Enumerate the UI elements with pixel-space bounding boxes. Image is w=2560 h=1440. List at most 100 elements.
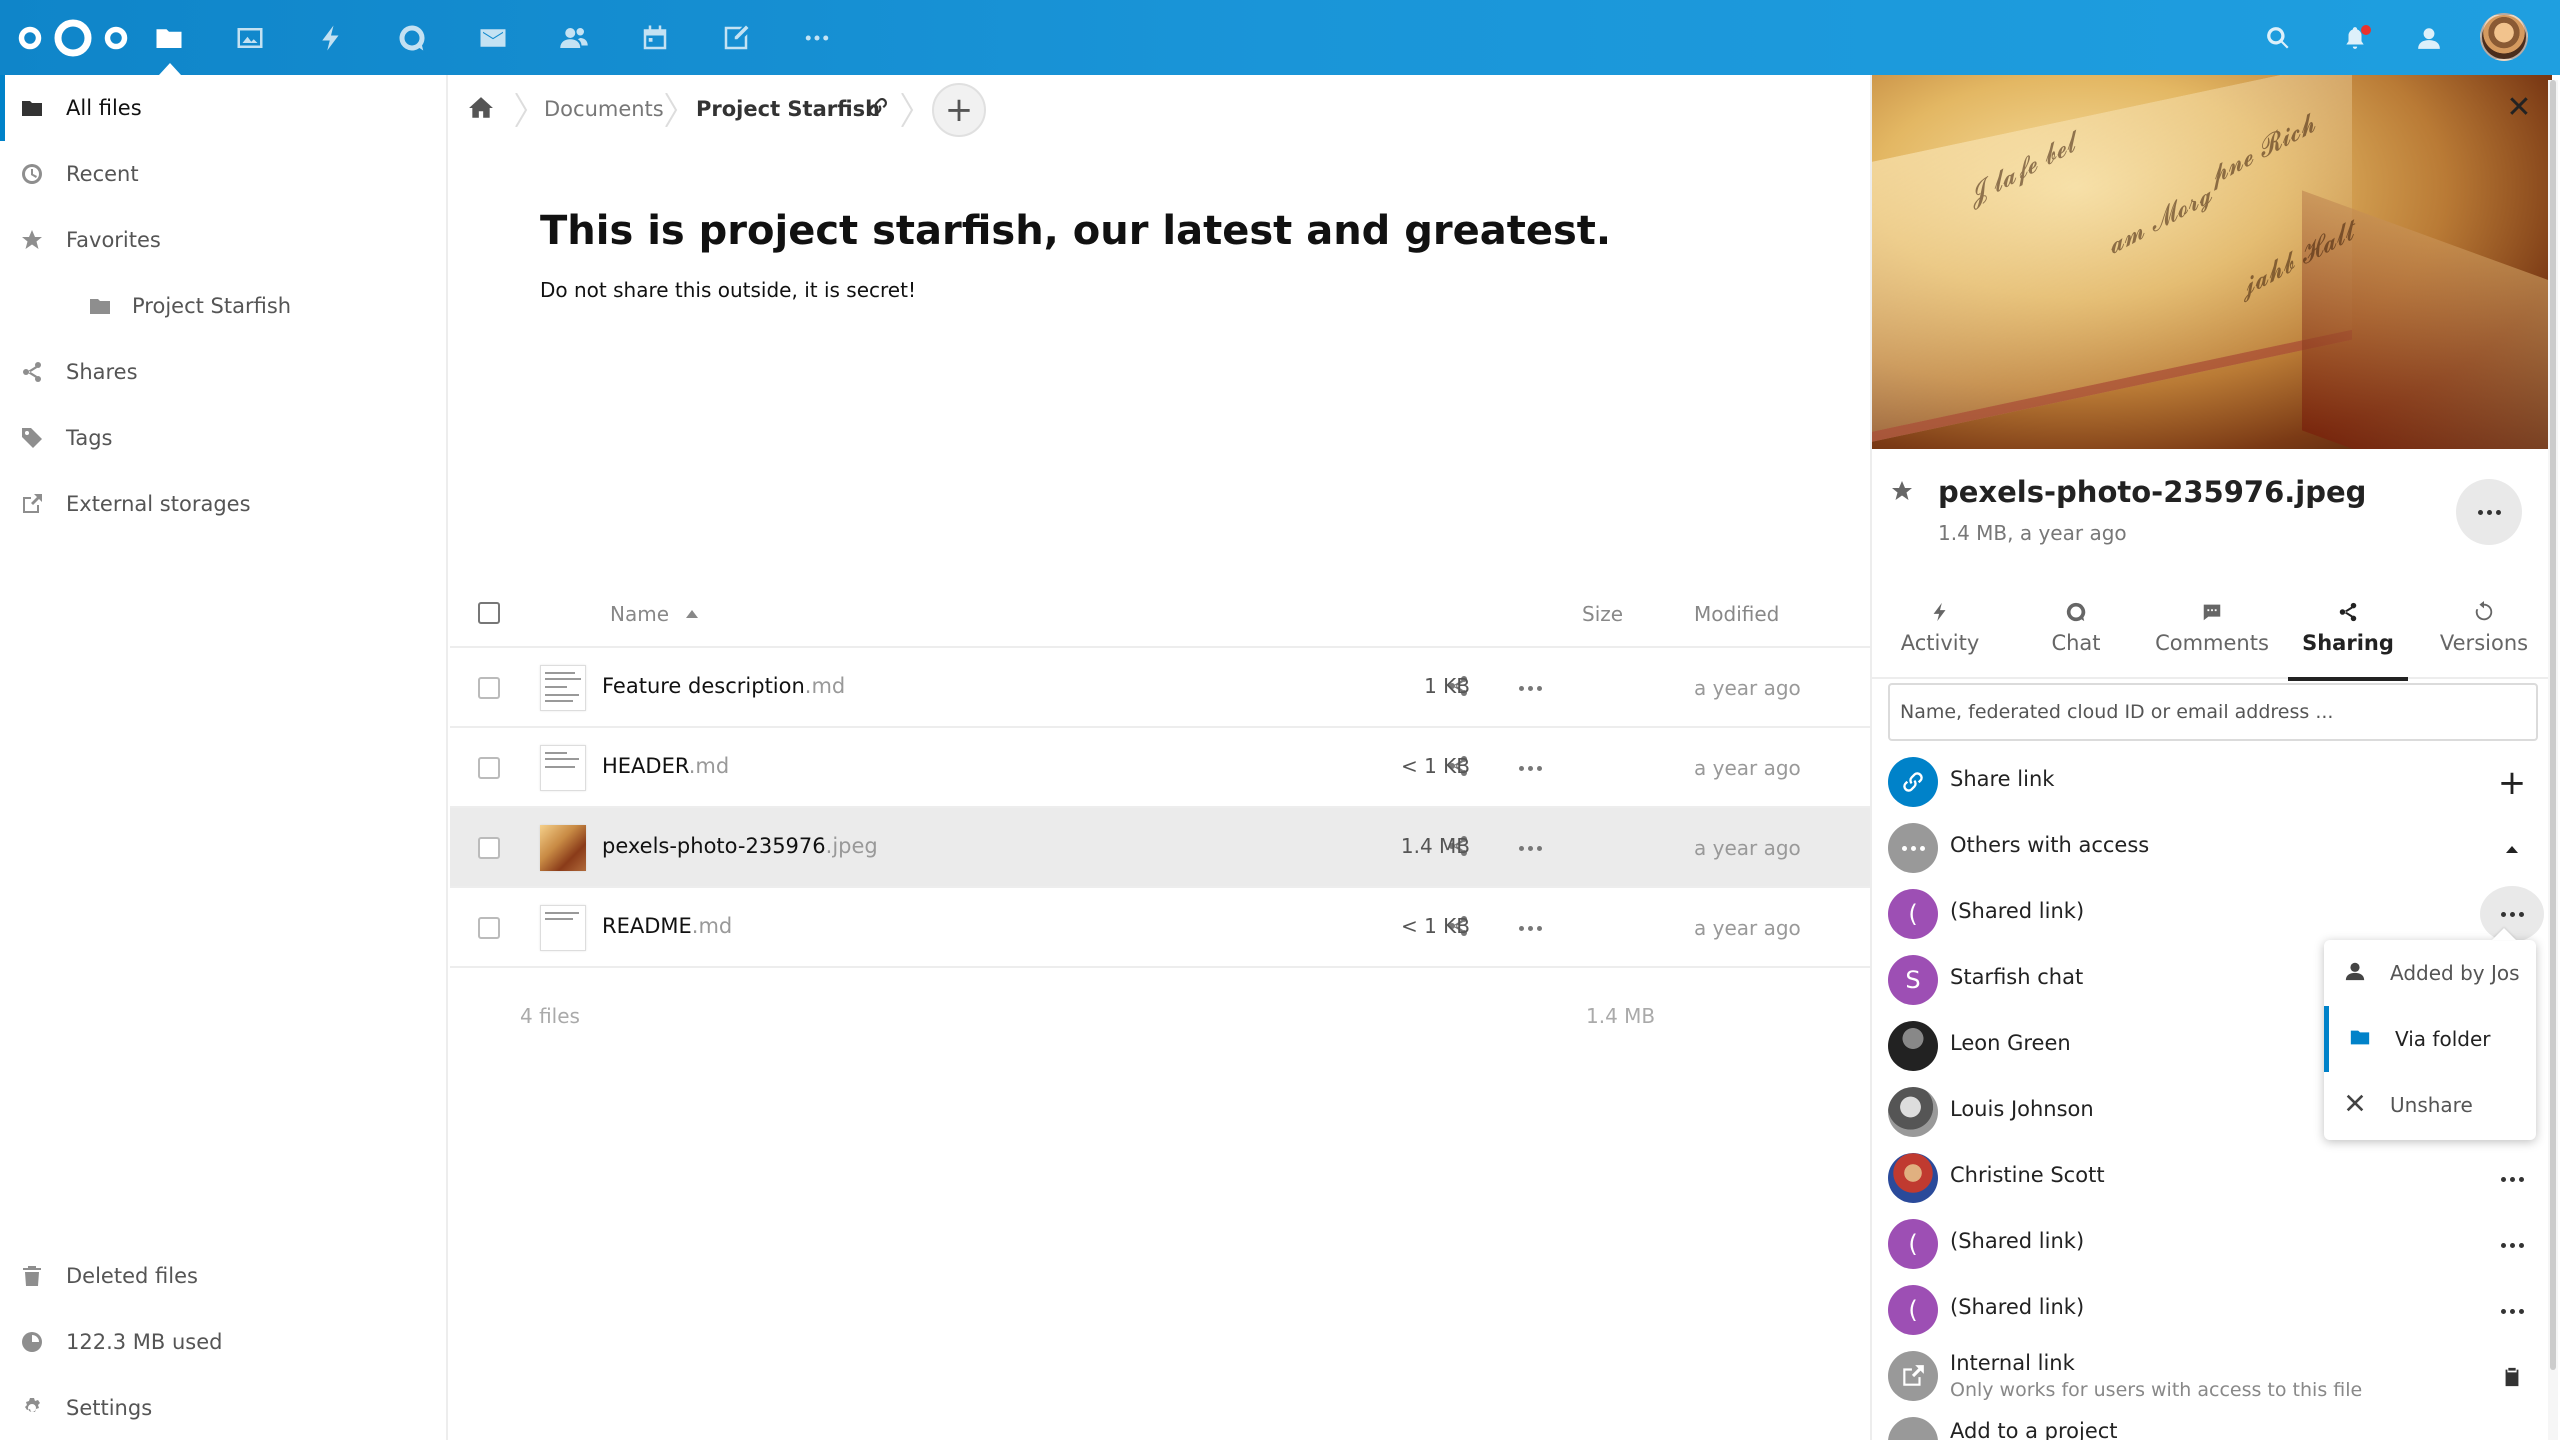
clock-icon xyxy=(18,160,46,188)
add-to-project-row[interactable]: Add to a project xyxy=(1888,1409,2548,1440)
file-size: < 1 KB xyxy=(1400,914,1470,938)
column-name[interactable]: Name xyxy=(610,602,669,626)
share-label: Louis Johnson xyxy=(1950,1097,2094,1121)
sidebar-item-deleted-files[interactable]: Deleted files xyxy=(0,1243,448,1309)
talk-icon[interactable] xyxy=(393,19,431,57)
sidebar-item-external-storages[interactable]: External storages xyxy=(0,471,448,537)
tab-versions[interactable]: Versions xyxy=(2416,595,2552,679)
sidebar-item-settings[interactable]: Settings xyxy=(0,1375,448,1440)
file-name[interactable]: README.md xyxy=(602,914,732,938)
contacts-icon[interactable] xyxy=(555,19,593,57)
photos-icon[interactable] xyxy=(231,19,269,57)
more-actions-icon[interactable] xyxy=(2498,1231,2526,1259)
more-actions-icon[interactable] xyxy=(1516,754,1544,782)
notes-icon[interactable] xyxy=(717,19,755,57)
menu-item-added-by[interactable]: Added by Jos xyxy=(2324,940,2536,1006)
search-icon[interactable] xyxy=(2259,19,2297,57)
home-icon[interactable] xyxy=(468,95,498,125)
menu-item-via-folder[interactable]: Via folder xyxy=(2324,1006,2536,1072)
more-actions-icon[interactable] xyxy=(2498,1297,2526,1325)
file-list-header: Name Size Modified xyxy=(450,580,1870,648)
breadcrumb-documents[interactable]: Documents xyxy=(544,97,664,121)
sidebar-item-label: Tags xyxy=(66,426,113,450)
share-entry-row[interactable]: ( (Shared link) xyxy=(1888,1277,2548,1343)
file-name[interactable]: Feature description.md xyxy=(602,674,845,698)
sidebar-item-label: External storages xyxy=(66,492,251,516)
top-header xyxy=(0,0,2560,75)
tab-label: Chat xyxy=(2051,631,2101,655)
table-row[interactable]: HEADER.md < 1 KB a year ago xyxy=(450,728,1870,808)
avatar xyxy=(1888,1021,1938,1071)
avatar: ( xyxy=(1888,1285,1938,1335)
trash-icon xyxy=(18,1262,46,1290)
more-actions-icon[interactable] xyxy=(1516,674,1544,702)
sidebar-item-project-starfish[interactable]: Project Starfish xyxy=(0,273,448,339)
file-size: 1.4 MB xyxy=(1400,834,1470,858)
star-icon[interactable] xyxy=(1890,479,1918,507)
breadcrumb-separator xyxy=(514,92,528,128)
share-entry-row[interactable]: ( (Shared link) xyxy=(1888,881,2548,947)
row-checkbox[interactable] xyxy=(478,837,500,859)
panel-scrollbar[interactable] xyxy=(2548,80,2558,1440)
mail-icon[interactable] xyxy=(474,19,512,57)
table-row[interactable]: README.md < 1 KB a year ago xyxy=(450,888,1870,968)
tab-sharing[interactable]: Sharing xyxy=(2280,595,2416,681)
file-size-summary: 1.4 MB xyxy=(1586,1004,1656,1028)
others-with-access-row[interactable]: Others with access xyxy=(1888,815,2548,881)
share-label: Internal link xyxy=(1950,1351,2075,1375)
tab-chat[interactable]: Chat xyxy=(2008,595,2144,679)
sidebar-item-all-files[interactable]: All files xyxy=(0,75,448,141)
activity-icon[interactable] xyxy=(312,19,350,57)
breadcrumb-project-starfish[interactable]: Project Starfish xyxy=(696,97,880,121)
table-row[interactable]: pexels-photo-235976.jpeg 1.4 MB a year a… xyxy=(450,808,1870,888)
more-actions-icon[interactable] xyxy=(1516,914,1544,942)
row-checkbox[interactable] xyxy=(478,757,500,779)
contacts-menu-icon[interactable] xyxy=(2410,19,2448,57)
sidebar-item-favorites[interactable]: Favorites xyxy=(0,207,448,273)
share-entry-row[interactable]: ( (Shared link) xyxy=(1888,1211,2548,1277)
sidebar-item-label: All files xyxy=(66,96,142,120)
sidebar-item-quota[interactable]: 122.3 MB used xyxy=(0,1309,448,1375)
menu-item-unshare[interactable]: Unshare xyxy=(2324,1072,2536,1138)
file-name[interactable]: HEADER.md xyxy=(602,754,729,778)
nextcloud-logo[interactable] xyxy=(16,17,130,59)
breadcrumb: Documents Project Starfish + xyxy=(450,75,1870,145)
avatar: ( xyxy=(1888,889,1938,939)
column-modified[interactable]: Modified xyxy=(1694,602,1779,626)
share-entry-popover-menu: Added by Jos Via folder Unshare xyxy=(2324,940,2536,1140)
breadcrumb-separator xyxy=(664,92,678,128)
close-icon[interactable]: ✕ xyxy=(2504,93,2534,123)
share-label: (Shared link) xyxy=(1950,899,2085,923)
add-link-button[interactable]: + xyxy=(2498,766,2527,800)
file-modified: a year ago xyxy=(1694,836,1801,860)
sidebar-item-shares[interactable]: Shares xyxy=(0,339,448,405)
sidebar-item-tags[interactable]: Tags xyxy=(0,405,448,471)
table-row[interactable]: Feature description.md 1 KB a year ago xyxy=(450,648,1870,728)
share-search-input[interactable] xyxy=(1888,683,2538,741)
details-more-button[interactable] xyxy=(2456,479,2522,545)
sidebar-item-label: Settings xyxy=(66,1396,153,1420)
collapse-icon[interactable] xyxy=(2498,835,2526,863)
row-checkbox[interactable] xyxy=(478,677,500,699)
tab-comments[interactable]: Comments xyxy=(2144,595,2280,679)
new-item-button[interactable]: + xyxy=(932,83,986,137)
select-all-checkbox[interactable] xyxy=(478,602,500,624)
more-apps-icon[interactable] xyxy=(798,19,836,57)
calendar-icon[interactable] xyxy=(636,19,674,57)
share-link-row[interactable]: Share link + xyxy=(1888,749,2548,815)
chat-icon xyxy=(2064,601,2088,625)
tab-activity[interactable]: Activity xyxy=(1872,595,2008,679)
more-actions-icon[interactable] xyxy=(2498,1165,2526,1193)
link-icon[interactable] xyxy=(866,95,894,123)
clipboard-icon[interactable] xyxy=(2498,1363,2526,1391)
share-entry-row[interactable]: Christine Scott xyxy=(1888,1145,2548,1211)
internal-link-row[interactable]: Internal link Only works for users with … xyxy=(1888,1343,2548,1409)
sidebar-item-recent[interactable]: Recent xyxy=(0,141,448,207)
more-actions-icon[interactable] xyxy=(1516,834,1544,862)
active-app-indicator xyxy=(159,63,181,75)
files-icon[interactable] xyxy=(150,19,188,57)
column-size[interactable]: Size xyxy=(1582,602,1623,626)
file-name[interactable]: pexels-photo-235976.jpeg xyxy=(602,834,878,858)
user-avatar[interactable] xyxy=(2480,13,2528,61)
row-checkbox[interactable] xyxy=(478,917,500,939)
